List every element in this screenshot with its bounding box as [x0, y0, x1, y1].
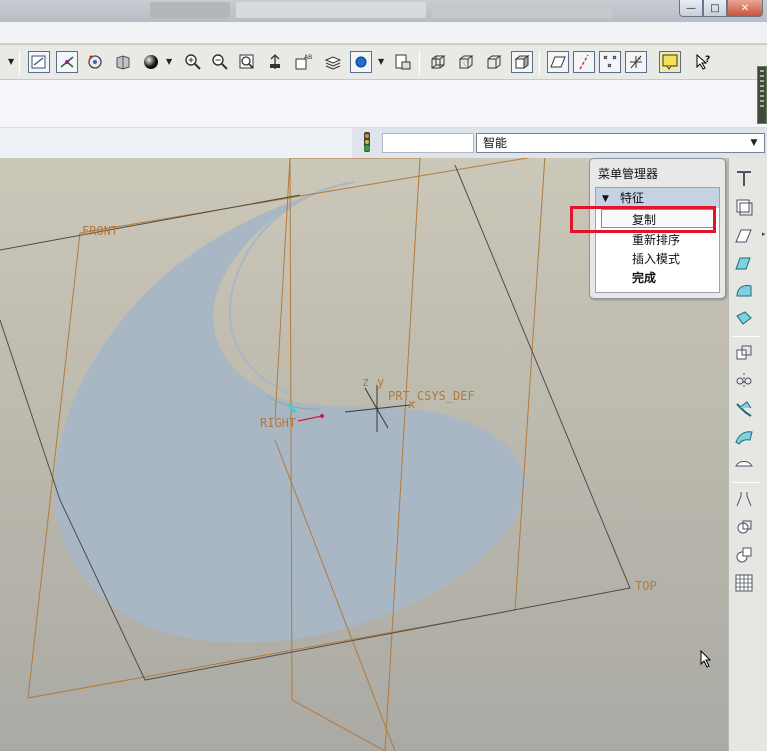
mirror-icon[interactable] [733, 342, 755, 364]
title-blur [432, 2, 612, 18]
no-hidden-icon[interactable] [483, 51, 505, 73]
orient-icon[interactable] [84, 51, 106, 73]
csys-tool-icon[interactable] [733, 280, 755, 302]
datum-plane-tool-icon[interactable] [733, 168, 755, 190]
solidify-icon[interactable] [733, 544, 755, 566]
datum-axes-icon[interactable] [573, 51, 595, 73]
saved-views-icon[interactable] [112, 51, 134, 73]
title-blur [150, 2, 230, 18]
feature-menu-panel: ▼ 特征 复制 重新排序 插入模式 完成 [595, 187, 720, 293]
shading-icon[interactable] [511, 51, 533, 73]
zoom-out-icon[interactable] [209, 51, 231, 73]
redraw-icon[interactable] [28, 51, 50, 73]
refit-icon[interactable] [236, 51, 258, 73]
model-display-icon[interactable] [392, 51, 414, 73]
offset-icon[interactable] [733, 488, 755, 510]
toolbar-dropdown-arrow[interactable]: ▼ [8, 57, 14, 66]
selection-filter-select[interactable]: 智能 ▼ [476, 133, 765, 153]
datum-curve-icon[interactable] [733, 224, 755, 246]
svg-text:?: ? [705, 55, 710, 65]
menu-item-done[interactable]: 完成 [632, 269, 656, 286]
highlight-annotation-box [570, 206, 716, 233]
window-controls: — □ ✕ [679, 0, 763, 17]
merge-icon[interactable] [733, 398, 755, 420]
mouse-cursor [700, 649, 712, 672]
menu-item-reorder[interactable]: 重新排序 [632, 231, 680, 248]
view-toolbar: ▼ ▼ AB ▼ x ? [0, 44, 767, 80]
message-area [0, 128, 352, 158]
svg-text:AB: AB [304, 54, 312, 61]
menu-bar [0, 22, 767, 44]
datum-point-icon[interactable] [733, 252, 755, 274]
spin-center-icon[interactable] [56, 51, 78, 73]
appearance-dropdown-arrow[interactable]: ▼ [378, 57, 384, 66]
panel-grip-handle[interactable] [757, 66, 767, 124]
reorient-icon[interactable] [264, 51, 286, 73]
shading-sphere-icon[interactable] [140, 51, 162, 73]
right-label: RIGHT [260, 416, 296, 430]
csys-icon[interactable]: x [625, 51, 647, 73]
layers-icon[interactable] [322, 51, 344, 73]
csys-axis-z: z [362, 375, 369, 389]
menu-item-insert-mode[interactable]: 插入模式 [632, 250, 680, 267]
extend-icon[interactable] [733, 454, 755, 476]
datum-axis-tool-icon[interactable] [733, 196, 755, 218]
shading-dropdown-arrow[interactable]: ▼ [166, 57, 172, 66]
csys-axis-y: y [377, 375, 384, 389]
datum-planes-icon[interactable] [547, 51, 569, 73]
svg-text:x: x [638, 56, 641, 62]
filter-input[interactable] [382, 133, 474, 153]
csys-label: PRT_CSYS_DEF [388, 389, 475, 403]
wireframe-icon[interactable] [427, 51, 449, 73]
selection-filter-value: 智能 [483, 136, 508, 150]
move-icon[interactable] [733, 370, 755, 392]
close-button[interactable]: ✕ [727, 0, 763, 17]
feature-menu-header[interactable]: ▼ 特征 [596, 188, 719, 208]
menu-manager-title: 菜单管理器 [598, 167, 659, 181]
title-bar: — □ ✕ [0, 0, 767, 22]
title-blur [236, 2, 426, 18]
app-window: { "toolbar": { "filter_value": "智能", "dr… [0, 0, 767, 751]
hidden-line-icon[interactable] [455, 51, 477, 73]
traffic-light-icon[interactable] [357, 131, 377, 155]
pattern-icon[interactable] [733, 572, 755, 594]
whats-this-icon[interactable]: ? [692, 51, 714, 73]
secondary-toolbar-area [0, 80, 767, 128]
top-label: TOP [635, 579, 657, 593]
datum-points-icon[interactable] [599, 51, 621, 73]
view-manager-icon[interactable]: AB [292, 51, 314, 73]
thicken-icon[interactable] [733, 516, 755, 538]
annotations-icon[interactable] [659, 51, 681, 73]
trim-icon[interactable] [733, 426, 755, 448]
analysis-icon[interactable] [733, 308, 755, 330]
feature-toolbar: ▸ [728, 158, 767, 751]
status-filter-row: 智能 ▼ [0, 128, 767, 158]
chevron-down-icon[interactable]: ▼ [746, 134, 762, 152]
minimize-button[interactable]: — [679, 0, 703, 17]
flyout-arrow-icon[interactable]: ▸ [762, 230, 766, 238]
front-label: FRONT [82, 224, 118, 238]
maximize-button[interactable]: □ [703, 0, 727, 17]
feature-menu-header-label: 特征 [620, 191, 645, 205]
zoom-in-icon[interactable] [182, 51, 204, 73]
appearance-icon[interactable] [350, 51, 372, 73]
